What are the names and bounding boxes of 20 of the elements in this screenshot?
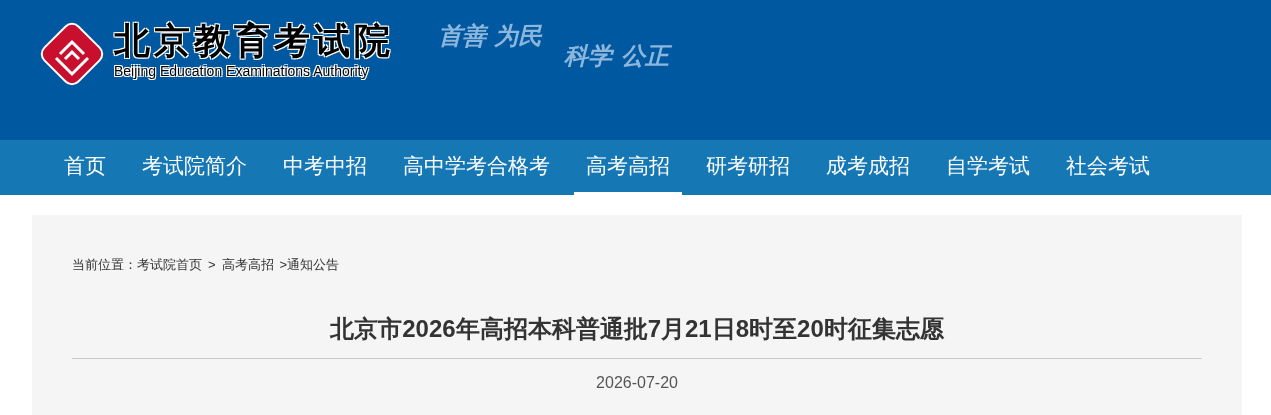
nav-tab[interactable]: 中考中招	[271, 140, 379, 195]
nav-tab[interactable]: 高考高招	[574, 140, 682, 195]
nav-tab[interactable]: 高中学考合格考	[391, 140, 562, 195]
publish-date: 2026-07-20	[595, 373, 679, 393]
nav-tab[interactable]: 首页	[52, 140, 118, 195]
breadcrumb-separator: >	[208, 256, 216, 275]
nav-tab[interactable]: 成考成招	[814, 140, 922, 195]
breadcrumb-link[interactable]: 考试院首页	[137, 255, 202, 275]
site-title: 北京教育考试院	[114, 18, 394, 62]
nav-tab[interactable]: 研考研招	[694, 140, 802, 195]
breadcrumb-label: 当前位置：	[72, 256, 137, 275]
breadcrumb-link[interactable]: 通知公告	[287, 255, 340, 275]
nav-tab[interactable]: 自学考试	[934, 140, 1042, 195]
slogan: 首善 为民	[438, 20, 543, 52]
article-title: 北京市2026年高招本科普通批7月21日8时至20时征集志愿	[329, 314, 945, 344]
breadcrumb-separator: >	[279, 256, 288, 275]
site-subtitle: Beijing Education Examinations Authority	[114, 62, 370, 80]
breadcrumb-link[interactable]: 高考高招	[221, 255, 274, 275]
nav-tab[interactable]: 社会考试	[1054, 140, 1162, 195]
nav-tab[interactable]: 考试院简介	[130, 140, 259, 195]
